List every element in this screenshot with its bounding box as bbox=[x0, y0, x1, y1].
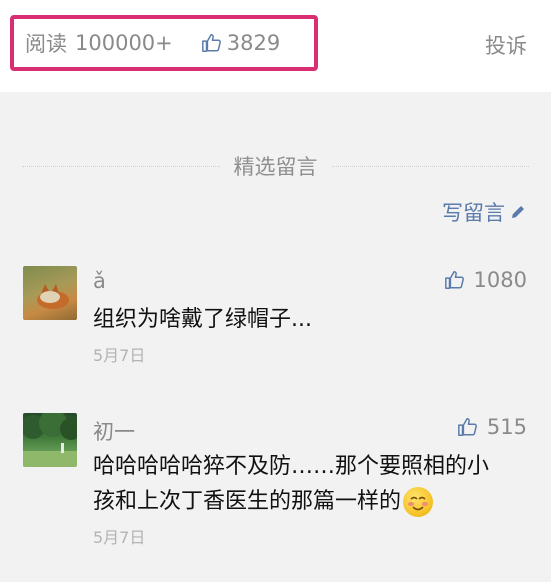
article-like-count: 3829 bbox=[226, 31, 281, 55]
write-comment-button[interactable]: 写留言 bbox=[442, 197, 527, 227]
read-count: 100000+ bbox=[75, 31, 173, 55]
forest-avatar-image bbox=[23, 413, 77, 467]
comment-text: 组织为啥戴了绿帽子... bbox=[93, 302, 523, 337]
divider-left bbox=[22, 165, 220, 167]
featured-comments-header: 精选留言 bbox=[22, 149, 529, 183]
thumb-up-icon bbox=[201, 34, 221, 52]
divider-right bbox=[331, 165, 529, 167]
comment-text-line: 组织为啥戴了绿帽子... bbox=[93, 307, 312, 332]
pencil-icon bbox=[512, 206, 524, 218]
read-label: 阅读 bbox=[25, 32, 67, 56]
avatar[interactable] bbox=[23, 266, 77, 320]
avatar[interactable] bbox=[23, 413, 77, 467]
comment-text-line-2: 孩和上次丁香医生的那篇一样的 bbox=[93, 489, 402, 514]
thumb-up-icon bbox=[458, 418, 477, 436]
comment-nickname: 初一 bbox=[93, 420, 135, 444]
comment-date: 5月7日 bbox=[93, 528, 146, 547]
write-comment-label: 写留言 bbox=[442, 201, 505, 225]
comment-like-count: 515 bbox=[486, 415, 527, 439]
smiling-blush-emoji-icon bbox=[403, 487, 434, 517]
article-like-button[interactable]: 3829 bbox=[201, 31, 280, 55]
fox-avatar-image bbox=[37, 284, 69, 309]
featured-comments-title: 精选留言 bbox=[233, 155, 318, 179]
report-link[interactable]: 投诉 bbox=[485, 30, 527, 60]
comment-text: 哈哈哈哈哈猝不及防……那个要照相的小 孩和上次丁香医生的那篇一样的 bbox=[93, 449, 523, 519]
comment-text-line: 孩和上次丁香医生的那篇一样的 bbox=[93, 484, 523, 519]
stats-highlight-box: 阅读 100000+ 3829 bbox=[10, 15, 318, 71]
comment-text-line: 哈哈哈哈哈猝不及防……那个要照相的小 bbox=[93, 454, 490, 479]
comment-date: 5月7日 bbox=[93, 346, 146, 365]
thumb-up-icon bbox=[444, 271, 464, 289]
comment-like-button[interactable]: 1080 bbox=[444, 268, 527, 292]
article-stats-bar: 阅读 100000+ 3829 投诉 bbox=[0, 0, 551, 92]
comment-nickname: ǎ bbox=[93, 269, 106, 293]
comment-like-button[interactable]: 515 bbox=[457, 415, 527, 439]
comment-like-count: 1080 bbox=[473, 268, 527, 292]
